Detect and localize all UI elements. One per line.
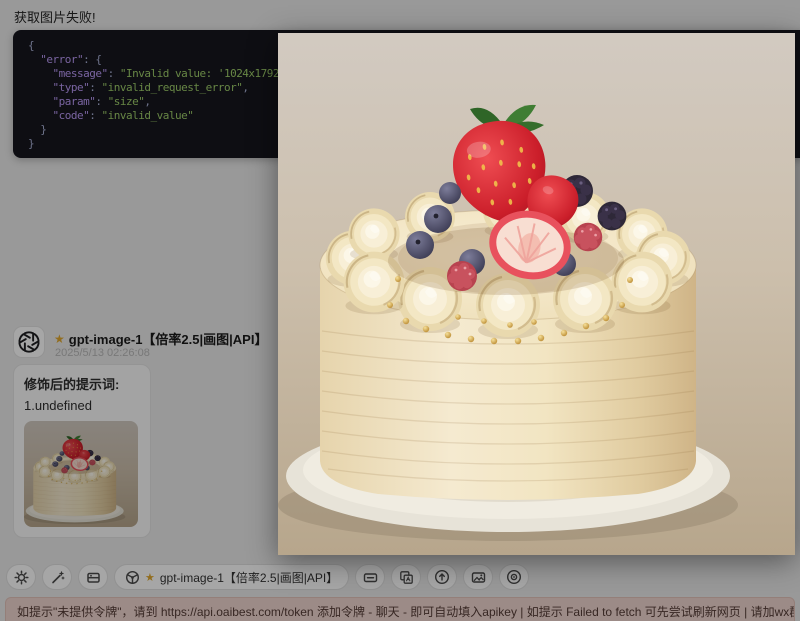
cake-image (278, 33, 795, 555)
generated-image-preview[interactable] (278, 33, 795, 555)
